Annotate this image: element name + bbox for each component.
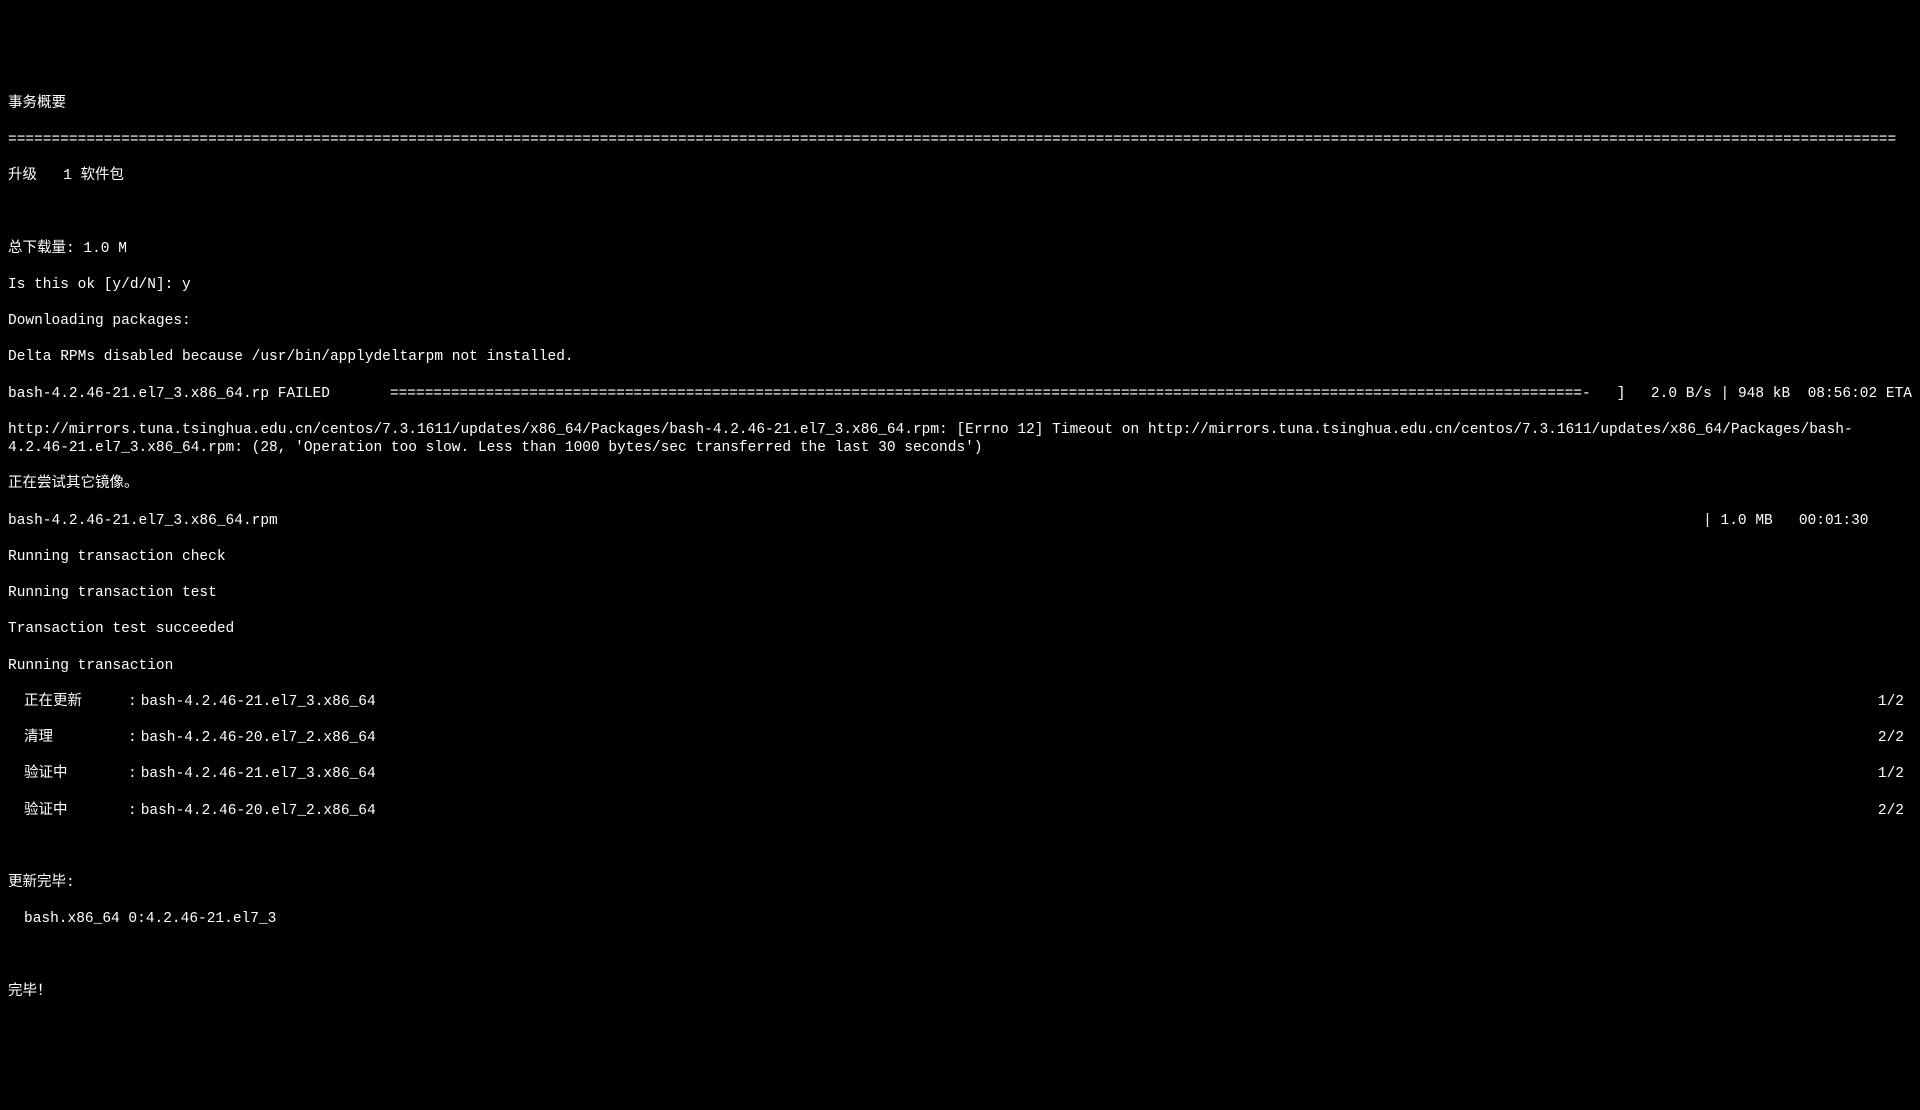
progress-bar: ========================================…	[330, 385, 1626, 403]
step-label: 正在更新	[8, 693, 128, 711]
delta-rpms-disabled: Delta RPMs disabled because /usr/bin/app…	[8, 348, 1912, 366]
transaction-check: Running transaction check	[8, 548, 1912, 566]
upgrade-summary: 升级 1 软件包	[8, 167, 1912, 185]
step-label: 验证中	[8, 765, 128, 783]
step-count: 2/2	[1878, 802, 1912, 820]
total-download-size: 总下载量: 1.0 M	[8, 240, 1912, 258]
confirm-answer[interactable]: y	[182, 277, 191, 293]
transaction-test: Running transaction test	[8, 584, 1912, 602]
horizontal-rule: ========================================…	[8, 131, 1912, 149]
download-complete-line: bash-4.2.46-21.el7_3.x86_64.rpm | 1.0 MB…	[8, 512, 1912, 530]
failed-package: bash-4.2.46-21.el7_3.x86_64.rp FAILED	[8, 385, 330, 403]
confirm-prompt-line: Is this ok [y/d/N]: y	[8, 276, 1912, 294]
blank-line	[8, 838, 1912, 856]
step-label: 清理	[8, 729, 128, 747]
downloaded-package: bash-4.2.46-21.el7_3.x86_64.rpm	[8, 512, 278, 530]
transaction-step: 验证中 : bash-4.2.46-20.el7_2.x86_64 2/2	[8, 802, 1912, 820]
step-package: bash-4.2.46-20.el7_2.x86_64	[137, 729, 1878, 747]
blank-line	[8, 203, 1912, 221]
terminal-pane[interactable]: 事务概要 ===================================…	[8, 77, 1912, 1020]
step-package: bash-4.2.46-21.el7_3.x86_64	[137, 693, 1878, 711]
step-package: bash-4.2.46-21.el7_3.x86_64	[137, 765, 1878, 783]
step-package: bash-4.2.46-20.el7_2.x86_64	[137, 802, 1878, 820]
running-transaction: Running transaction	[8, 657, 1912, 675]
trying-other-mirror: 正在尝试其它镜像。	[8, 475, 1912, 493]
download-stats: 2.0 B/s | 948 kB 08:56:02 ETA	[1626, 385, 1912, 403]
confirm-prompt: Is this ok [y/d/N]:	[8, 277, 173, 293]
transaction-test-succeeded: Transaction test succeeded	[8, 620, 1912, 638]
transaction-summary-title: 事务概要	[8, 95, 1912, 113]
step-count: 1/2	[1878, 765, 1912, 783]
download-progress-failed: bash-4.2.46-21.el7_3.x86_64.rp FAILED ==…	[8, 385, 1912, 403]
done-label: 完毕！	[8, 983, 1912, 1001]
error-message: http://mirrors.tuna.tsinghua.edu.cn/cent…	[8, 421, 1912, 457]
transaction-step: 验证中 : bash-4.2.46-21.el7_3.x86_64 1/2	[8, 765, 1912, 783]
download-result-stats: | 1.0 MB 00:01:30	[1695, 512, 1912, 530]
step-count: 1/2	[1878, 693, 1912, 711]
updated-label: 更新完毕:	[8, 874, 1912, 892]
blank-line	[8, 947, 1912, 965]
transaction-step: 清理 : bash-4.2.46-20.el7_2.x86_64 2/2	[8, 729, 1912, 747]
updated-package: bash.x86_64 0:4.2.46-21.el7_3	[8, 910, 1912, 928]
downloading-packages: Downloading packages:	[8, 312, 1912, 330]
transaction-step: 正在更新 : bash-4.2.46-21.el7_3.x86_64 1/2	[8, 693, 1912, 711]
step-count: 2/2	[1878, 729, 1912, 747]
step-label: 验证中	[8, 802, 128, 820]
